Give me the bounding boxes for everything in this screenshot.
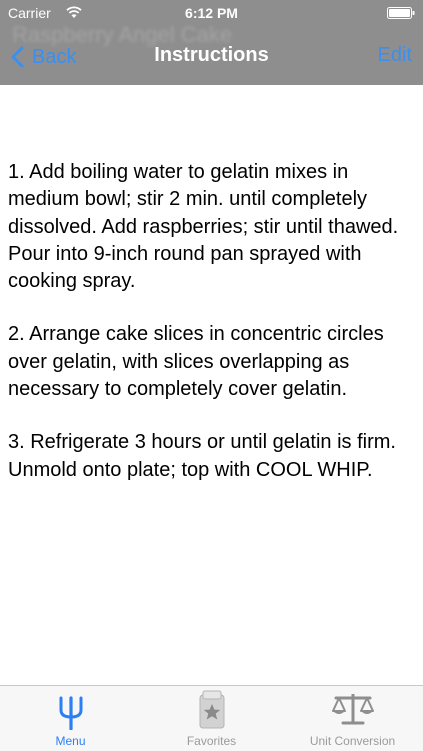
tab-menu-label: Menu — [55, 734, 86, 748]
page-title: Instructions — [154, 44, 269, 66]
recipe-card-star-icon — [199, 690, 224, 729]
tab-favorites[interactable]: Favorites — [141, 686, 282, 751]
instruction-step: 1. Add boiling water to gelatin mixes in… — [8, 161, 399, 293]
header: Raspberry Angel Cake Carrier 6:12 PM Bac… — [0, 0, 423, 85]
tab-unit-conversion-label: Unit Conversion — [309, 734, 396, 748]
fork-icon — [59, 696, 82, 730]
instruction-step: 2. Arrange cake slices in concentric cir… — [8, 323, 384, 401]
tab-favorites-label: Favorites — [186, 734, 237, 748]
status-time: 6:12 PM — [185, 5, 238, 21]
edit-button[interactable]: Edit — [378, 44, 412, 67]
instructions-text: 1. Add boiling water to gelatin mixes in… — [8, 159, 416, 510]
instruction-step: 3. Refrigerate 3 hours or until gelatin … — [8, 431, 396, 481]
battery-icon — [387, 7, 415, 19]
tab-menu[interactable]: Menu — [0, 686, 141, 751]
navigation-bar: Back Instructions Edit — [0, 26, 423, 85]
tab-bar: Menu Favorites Unit Conversion — [0, 685, 423, 751]
scale-icon — [331, 694, 374, 725]
status-bar: Carrier 6:12 PM — [0, 0, 423, 26]
tab-unit-conversion[interactable]: Unit Conversion — [282, 686, 423, 751]
